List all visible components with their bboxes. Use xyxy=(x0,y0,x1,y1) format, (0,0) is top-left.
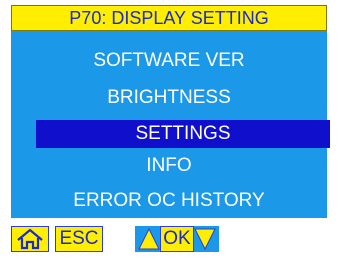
esc-button[interactable]: ESC xyxy=(55,226,103,252)
menu-list: SOFTWARE VER BRIGHTNESS SETTINGS INFO ER… xyxy=(11,31,330,218)
home-button[interactable] xyxy=(11,226,49,252)
menu-item-brightness[interactable]: BRIGHTNESS xyxy=(11,84,327,112)
down-button[interactable] xyxy=(194,226,216,252)
ok-button[interactable]: OK xyxy=(160,226,194,252)
menu-item-software-ver[interactable]: SOFTWARE VER xyxy=(11,47,327,75)
up-arrow-icon xyxy=(138,227,160,250)
down-arrow-icon xyxy=(194,228,216,251)
menu-item-settings[interactable]: SETTINGS xyxy=(36,120,330,148)
up-button[interactable] xyxy=(138,226,160,252)
home-icon xyxy=(17,228,43,250)
display-screen: P70: DISPLAY SETTING SOFTWARE VER BRIGHT… xyxy=(0,0,339,259)
screen-title: P70: DISPLAY SETTING xyxy=(11,5,327,31)
menu-item-error-oc-history[interactable]: ERROR OC HISTORY xyxy=(11,187,327,215)
menu-item-info[interactable]: INFO xyxy=(11,152,327,180)
